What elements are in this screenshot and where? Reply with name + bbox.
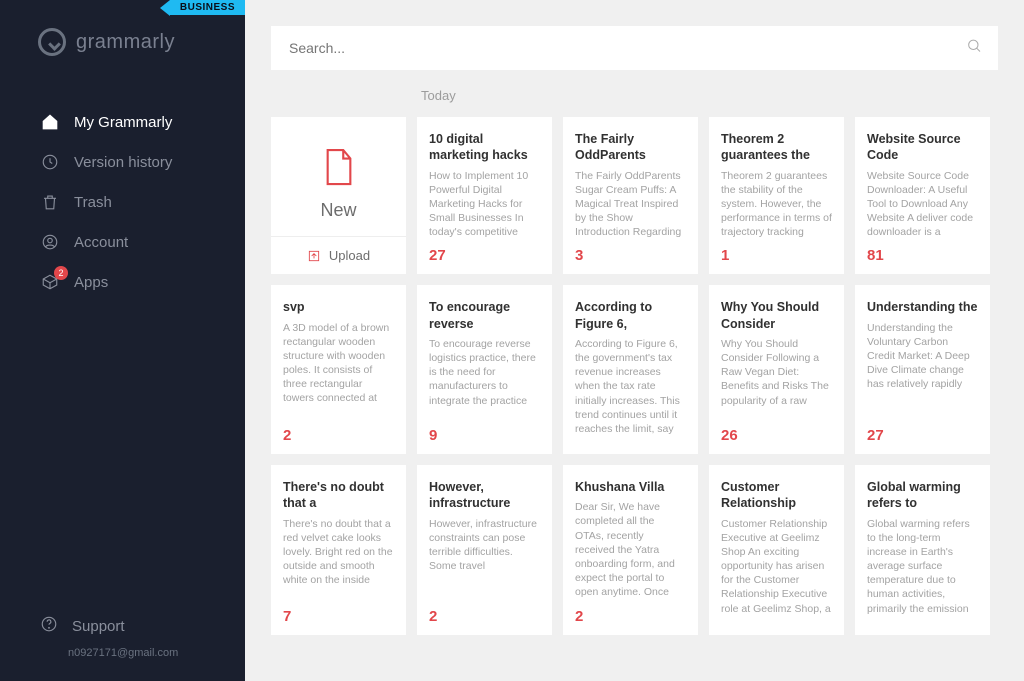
- doc-title: There's no doubt that a: [283, 479, 394, 512]
- doc-title: 10 digital marketing hacks: [429, 131, 540, 164]
- document-card[interactable]: According to Figure 6, According to Figu…: [563, 285, 698, 454]
- search-wrap: [271, 26, 998, 70]
- doc-issue-count: 26: [721, 427, 832, 444]
- doc-title: However, infrastructure: [429, 479, 540, 512]
- doc-preview: There's no doubt that a red velvet cake …: [283, 517, 394, 600]
- doc-issue-count: 7: [283, 608, 394, 625]
- sidebar: BUSINESS grammarly My Grammarly Version …: [0, 0, 245, 681]
- nav-trash[interactable]: Trash: [0, 182, 245, 222]
- doc-preview: Why You Should Consider Following a Raw …: [721, 337, 832, 419]
- document-card[interactable]: To encourage reverse To encourage revers…: [417, 285, 552, 454]
- support-label: Support: [72, 618, 125, 635]
- document-card[interactable]: Khushana Villa Dear Sir, We have complet…: [563, 465, 698, 634]
- document-card[interactable]: Customer Relationship Customer Relations…: [709, 465, 844, 634]
- trash-icon: [40, 192, 60, 212]
- new-document-card[interactable]: New Upload: [271, 117, 406, 274]
- doc-title: svp: [283, 299, 394, 315]
- history-icon: [40, 152, 60, 172]
- doc-title: According to Figure 6,: [575, 299, 686, 332]
- help-icon: [40, 615, 58, 637]
- document-card[interactable]: Theorem 2 guarantees the Theorem 2 guara…: [709, 117, 844, 274]
- doc-issue-count: 27: [429, 247, 540, 264]
- primary-nav: My Grammarly Version history Trash Accou…: [0, 102, 245, 302]
- nav-apps[interactable]: Apps: [0, 262, 245, 302]
- documents-grid: New Upload 10 digital marketing hacks Ho…: [271, 117, 998, 635]
- document-card[interactable]: Website Source Code Website Source Code …: [855, 117, 990, 274]
- doc-preview: Understanding the Voluntary Carbon Credi…: [867, 321, 978, 419]
- doc-title: Website Source Code: [867, 131, 978, 164]
- document-card[interactable]: Understanding the Understanding the Volu…: [855, 285, 990, 454]
- new-document-icon: [322, 147, 356, 192]
- search-icon[interactable]: [966, 38, 982, 59]
- nav-label: Version history: [74, 154, 172, 171]
- upload-label: Upload: [329, 248, 370, 263]
- document-card[interactable]: The Fairly OddParents The Fairly OddPare…: [563, 117, 698, 274]
- section-heading: Today: [421, 88, 998, 103]
- nav-label: Account: [74, 234, 128, 251]
- nav-label: Apps: [74, 274, 108, 291]
- doc-issue-count: 3: [575, 247, 686, 264]
- brand-name: grammarly: [76, 31, 175, 54]
- nav-label: Trash: [74, 194, 112, 211]
- user-email: n0927171@gmail.com: [40, 647, 245, 659]
- doc-title: Theorem 2 guarantees the: [721, 131, 832, 164]
- doc-issue-count: 81: [867, 247, 978, 264]
- nav-account[interactable]: Account: [0, 222, 245, 262]
- doc-title: The Fairly OddParents: [575, 131, 686, 164]
- doc-issue-count: 9: [429, 427, 540, 444]
- document-card[interactable]: Why You Should Consider Why You Should C…: [709, 285, 844, 454]
- grammarly-logo-icon: [38, 28, 66, 56]
- doc-issue-count: 2: [429, 608, 540, 625]
- doc-preview: A 3D model of a brown rectangular wooden…: [283, 321, 394, 419]
- doc-preview: According to Figure 6, the government's …: [575, 337, 686, 436]
- doc-preview: How to Implement 10 Powerful Digital Mar…: [429, 169, 540, 240]
- main-content: Today New Upload 10 digital marketing ha…: [245, 0, 1024, 681]
- document-card[interactable]: 10 digital marketing hacks How to Implem…: [417, 117, 552, 274]
- doc-preview: Customer Relationship Executive at Geeli…: [721, 517, 832, 617]
- doc-preview: To encourage reverse logistics practice,…: [429, 337, 540, 419]
- doc-preview: Dear Sir, We have completed all the OTAs…: [575, 500, 686, 599]
- doc-title: Khushana Villa: [575, 479, 686, 495]
- apps-icon: [40, 272, 60, 292]
- doc-title: Why You Should Consider: [721, 299, 832, 332]
- doc-issue-count: 27: [867, 427, 978, 444]
- business-badge: BUSINESS: [170, 0, 245, 15]
- doc-preview: Website Source Code Downloader: A Useful…: [867, 169, 978, 240]
- doc-title: Understanding the: [867, 299, 978, 315]
- account-icon: [40, 232, 60, 252]
- doc-title: Global warming refers to: [867, 479, 978, 512]
- upload-button[interactable]: Upload: [271, 236, 406, 274]
- doc-title: To encourage reverse: [429, 299, 540, 332]
- document-card[interactable]: Global warming refers to Global warming …: [855, 465, 990, 634]
- home-icon: [40, 112, 60, 132]
- doc-preview: Theorem 2 guarantees the stability of th…: [721, 169, 832, 240]
- nav-my-grammarly[interactable]: My Grammarly: [0, 102, 245, 142]
- new-label: New: [320, 200, 356, 221]
- doc-issue-count: 2: [575, 608, 686, 625]
- support-link[interactable]: Support: [40, 615, 245, 637]
- doc-preview: However, infrastructure constraints can …: [429, 517, 540, 600]
- document-card[interactable]: svp A 3D model of a brown rectangular wo…: [271, 285, 406, 454]
- doc-preview: The Fairly OddParents Sugar Cream Puffs:…: [575, 169, 686, 240]
- doc-issue-count: 1: [721, 247, 832, 264]
- doc-title: Customer Relationship: [721, 479, 832, 512]
- sidebar-footer: Support n0927171@gmail.com: [0, 615, 245, 681]
- doc-preview: Global warming refers to the long-term i…: [867, 517, 978, 617]
- nav-version-history[interactable]: Version history: [0, 142, 245, 182]
- nav-label: My Grammarly: [74, 114, 172, 131]
- document-card[interactable]: There's no doubt that a There's no doubt…: [271, 465, 406, 634]
- search-input[interactable]: [271, 26, 998, 70]
- doc-issue-count: 2: [283, 427, 394, 444]
- document-card[interactable]: However, infrastructure However, infrast…: [417, 465, 552, 634]
